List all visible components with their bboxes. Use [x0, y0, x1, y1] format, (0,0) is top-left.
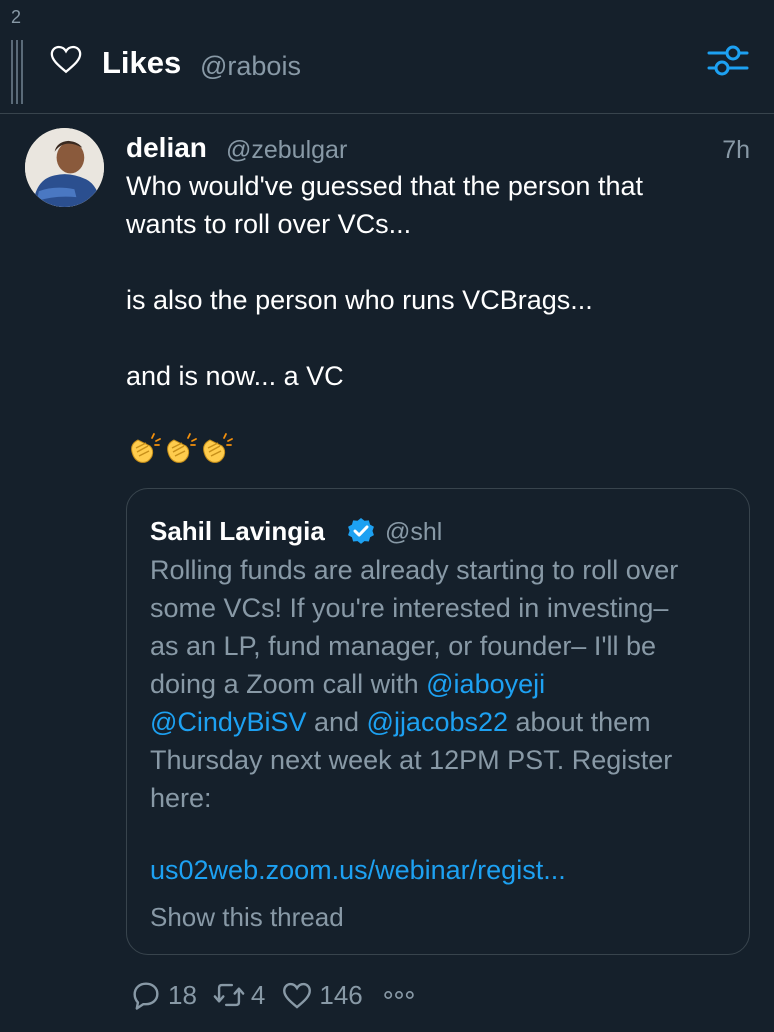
tweet-text-line — [126, 319, 756, 357]
retweet-button[interactable]: 4 — [211, 978, 265, 1012]
clapping-hands-icon — [131, 433, 161, 463]
clapping-hands-icon — [167, 433, 197, 463]
clapping-hands-icon — [203, 433, 233, 463]
retweet-count: 4 — [250, 979, 266, 1010]
show-thread-link[interactable]: Show this thread — [150, 902, 344, 933]
avatar-image — [25, 128, 104, 207]
tweet[interactable]: delian @zebulgar 7h Who would've guessed… — [0, 115, 774, 1032]
column-handle: @rabois — [200, 51, 301, 81]
quoted-text-line: here: — [150, 783, 212, 813]
quoted-text-line: as an LP, fund manager, or founder– I'll… — [150, 631, 657, 661]
tweet-text-line: is also the person who runs VCBrags... — [126, 285, 593, 315]
tweet-timestamp[interactable]: 7h — [722, 136, 750, 165]
mention-link[interactable]: @jjacobs22 — [367, 707, 509, 737]
like-button[interactable]: 146 — [279, 978, 363, 1012]
tweet-text-line — [126, 243, 756, 281]
quoted-text-line: @CindyBiSV and @jjacobs22 about them — [150, 703, 740, 741]
quoted-tweet[interactable]: Sahil Lavingia @shl Rolling funds are al… — [126, 488, 750, 955]
tweet-actions: 18 4 146 — [128, 977, 431, 1013]
emoji-row — [126, 432, 234, 468]
author-handle[interactable]: @zebulgar — [226, 136, 347, 165]
more-dots-icon — [384, 991, 414, 999]
mention-link[interactable]: @iaboyeji — [426, 669, 545, 699]
tweet-text: Who would've guessed that the person tha… — [126, 167, 756, 395]
quoted-text-segment: doing a Zoom call with — [150, 669, 427, 699]
tweet-text-line: and is now... a VC — [126, 361, 344, 391]
heart-icon — [283, 982, 312, 1009]
avatar[interactable] — [25, 128, 104, 207]
tweet-text-line: Who would've guessed that the person tha… — [126, 171, 643, 201]
reply-button[interactable]: 18 — [128, 978, 197, 1012]
author-name[interactable]: delian — [126, 132, 207, 164]
quoted-text-line: some VCs! If you're interested in invest… — [150, 593, 669, 623]
column-header: Likes @rabois — [0, 0, 774, 114]
sliders-icon[interactable] — [706, 42, 750, 78]
quoted-text-line: Thursday next week at 12PM PST. Register — [150, 745, 673, 775]
quoted-text-segment: and — [306, 707, 367, 737]
heart-outline-icon — [50, 45, 82, 74]
tweet-text-line: wants to roll over VCs... — [126, 209, 412, 239]
zoom-webinar-link[interactable]: us02web.zoom.us/webinar/regist... — [150, 855, 566, 886]
quoted-text-segment: about them — [508, 707, 651, 737]
reply-count: 18 — [168, 979, 197, 1010]
quoted-text-line: doing a Zoom call with @iaboyeji — [150, 665, 740, 703]
quoted-author-name[interactable]: Sahil Lavingia — [150, 516, 325, 547]
quoted-tweet-text: Rolling funds are already starting to ro… — [150, 551, 740, 817]
quoted-author-handle[interactable]: @shl — [385, 518, 442, 547]
mention-link[interactable]: @CindyBiSV — [150, 707, 306, 737]
retweet-icon — [213, 983, 245, 1007]
reply-icon — [133, 982, 159, 1010]
quoted-text-line: Rolling funds are already starting to ro… — [150, 555, 679, 585]
like-count: 146 — [319, 979, 363, 1010]
more-options-button[interactable] — [377, 978, 417, 1012]
column-title: Likes — [102, 45, 182, 80]
verified-badge-icon — [348, 518, 374, 544]
